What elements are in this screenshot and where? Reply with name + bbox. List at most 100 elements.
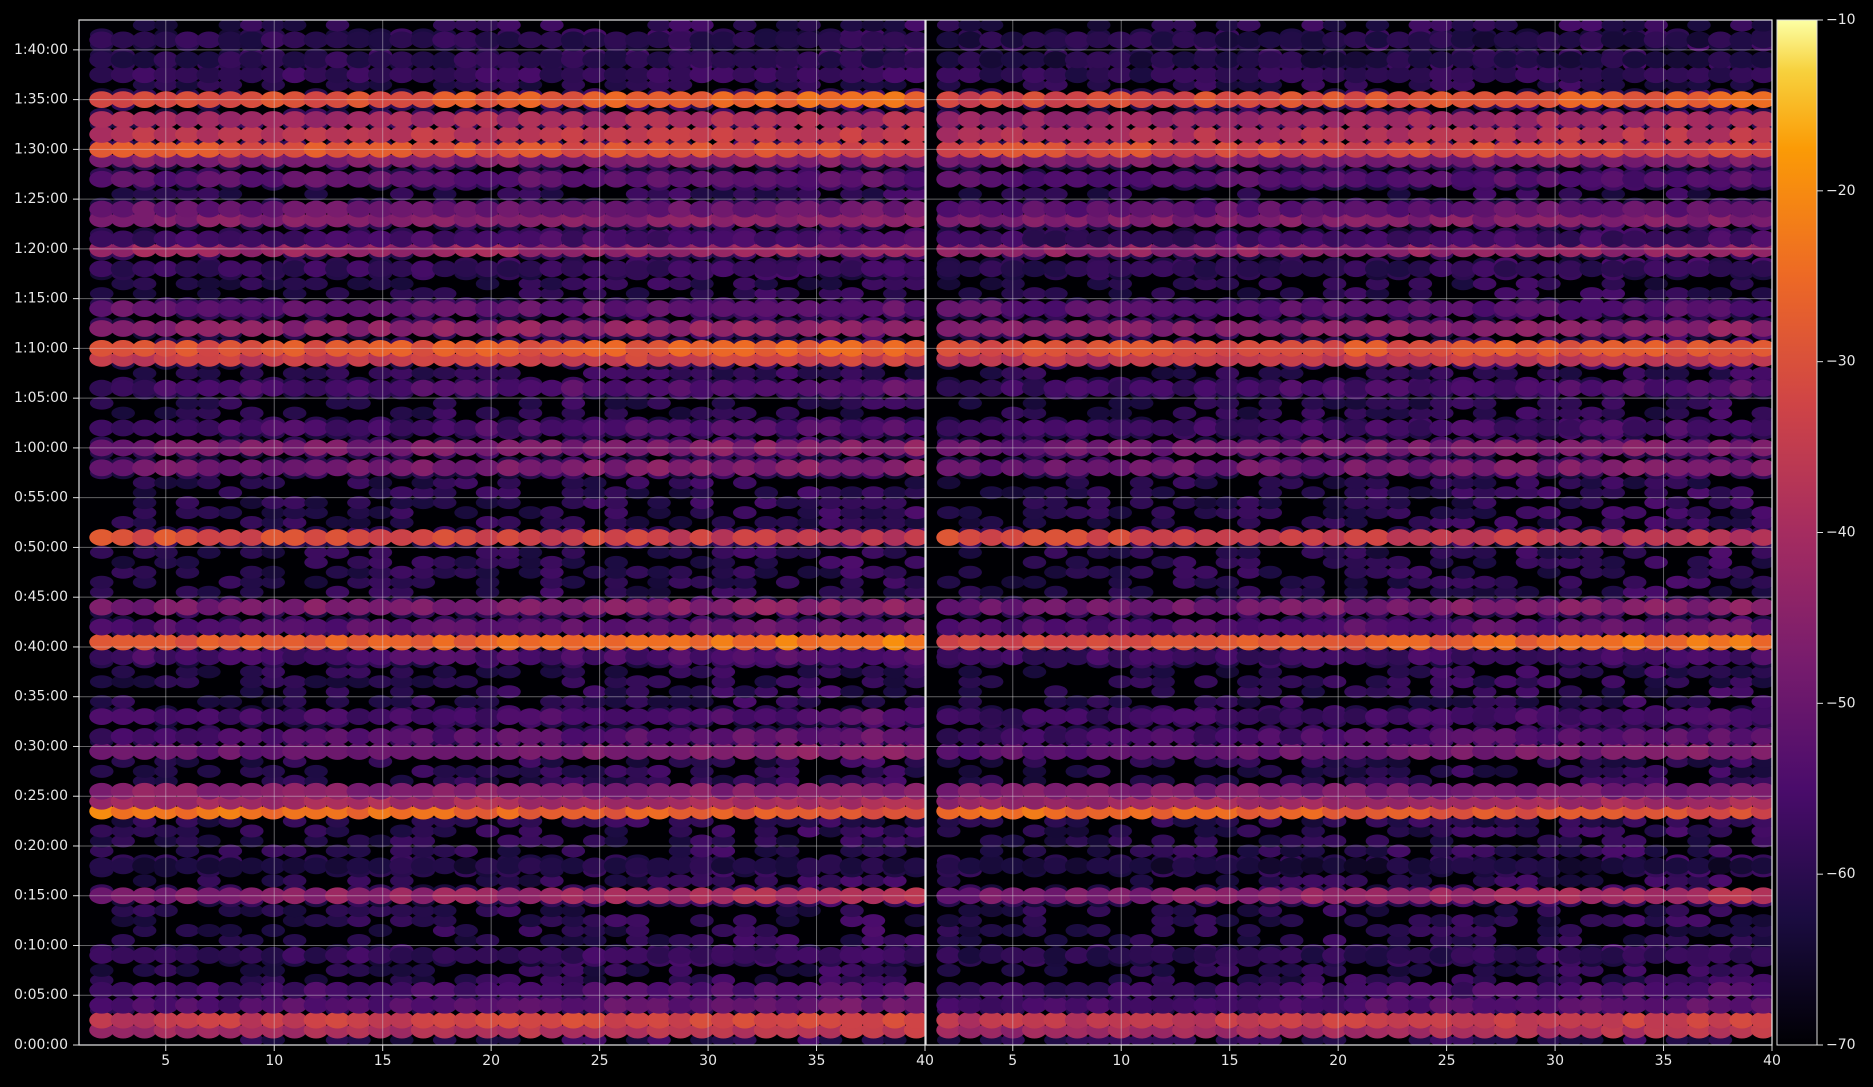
heat-cell xyxy=(646,320,672,337)
heat-cell xyxy=(282,728,308,745)
heat-cell xyxy=(958,665,982,679)
heat-cell xyxy=(175,981,200,999)
heat-cell xyxy=(732,648,758,666)
heat-cell xyxy=(475,320,500,337)
heat-cell xyxy=(325,170,350,188)
chart-svg: 0:00:000:05:000:10:000:15:000:20:000:25:… xyxy=(0,0,1873,1083)
heat-cell xyxy=(818,555,843,569)
heat-cell xyxy=(89,379,115,397)
heat-cell xyxy=(668,633,693,651)
heat-cell xyxy=(689,459,715,477)
heat-cell xyxy=(453,200,479,218)
heat-cell xyxy=(453,618,479,636)
heat-cell xyxy=(603,300,629,317)
heat-cell xyxy=(860,111,886,128)
heat-cell xyxy=(797,277,821,291)
heat-cell xyxy=(303,782,329,800)
heat-cell xyxy=(1194,565,1218,579)
heat-cell xyxy=(239,126,265,143)
heat-cell xyxy=(325,743,350,760)
heat-cell xyxy=(303,66,329,84)
heat-cell xyxy=(647,764,671,778)
heat-cell xyxy=(389,529,415,546)
heat-cell xyxy=(796,230,822,248)
heat-cell xyxy=(560,200,586,218)
heat-cell xyxy=(282,529,308,546)
heat-cell xyxy=(1301,675,1325,689)
heat-cell xyxy=(453,170,479,188)
heat-cell xyxy=(753,200,779,218)
heat-cell xyxy=(410,981,436,999)
heat-cell xyxy=(603,31,629,49)
heat-cell xyxy=(346,320,372,337)
heat-cell xyxy=(368,924,393,938)
heat-cell xyxy=(582,857,608,875)
heat-cell xyxy=(604,874,628,888)
heat-cell xyxy=(882,981,908,999)
heat-cell xyxy=(175,947,200,964)
heat-cell xyxy=(710,51,736,69)
heat-cell xyxy=(239,200,265,218)
heat-cell xyxy=(710,31,736,49)
heat-cell xyxy=(390,963,414,977)
heat-cell xyxy=(239,981,265,999)
heat-cell xyxy=(582,529,608,546)
heat-cell xyxy=(196,857,222,875)
heat-cell xyxy=(560,300,586,317)
heat-cell xyxy=(839,743,865,760)
heat-cell xyxy=(818,1011,843,1029)
heat-cell xyxy=(367,300,393,317)
heat-cell xyxy=(475,111,500,128)
heat-cell xyxy=(196,633,222,651)
heat-cell xyxy=(432,529,458,546)
heat-cell xyxy=(1387,874,1411,888)
heat-cell xyxy=(346,200,372,218)
heat-cell xyxy=(175,618,200,636)
heat-cell xyxy=(668,618,693,636)
heat-cell xyxy=(754,516,779,530)
heat-cell xyxy=(561,277,586,291)
heat-cell xyxy=(818,648,843,666)
heat-cell xyxy=(1687,914,1711,928)
heat-cell xyxy=(410,782,436,800)
heat-cell xyxy=(1086,565,1111,579)
heat-cell xyxy=(1065,764,1090,778)
heat-cell xyxy=(410,1011,436,1029)
heat-cell xyxy=(110,170,136,188)
heat-cell xyxy=(411,963,436,977)
heat-cell xyxy=(883,565,907,579)
heat-cell xyxy=(775,996,801,1014)
heat-cell xyxy=(367,320,393,337)
heat-cell xyxy=(646,66,672,84)
heat-cell xyxy=(89,728,115,745)
heat-cell xyxy=(1151,555,1175,569)
heat-cell xyxy=(689,782,715,800)
heat-cell xyxy=(261,874,285,888)
heat-cell xyxy=(132,947,158,964)
heat-cell xyxy=(625,981,651,999)
heat-cell xyxy=(775,516,800,530)
heat-cell xyxy=(860,459,886,477)
heat-cell xyxy=(110,728,136,745)
heat-cell xyxy=(325,126,350,143)
heat-cell xyxy=(196,126,222,143)
heat-cell xyxy=(132,708,158,726)
heat-cell xyxy=(539,126,565,143)
heat-cell xyxy=(603,728,629,745)
heat-cell xyxy=(132,874,157,888)
heat-cell xyxy=(753,31,779,49)
heat-cell xyxy=(732,379,758,397)
heat-cell xyxy=(453,419,479,437)
heat-cell xyxy=(432,996,458,1014)
heat-cell xyxy=(304,824,328,838)
heat-cell xyxy=(1515,874,1540,888)
heat-cell xyxy=(518,111,543,128)
heat-cell xyxy=(303,648,329,666)
heat-cell xyxy=(218,506,243,520)
heat-cell xyxy=(582,126,608,143)
heat-cell xyxy=(325,419,350,437)
heat-cell xyxy=(346,1011,372,1029)
heat-cell xyxy=(603,379,629,397)
heat-cell xyxy=(389,111,415,128)
heat-cell xyxy=(539,200,565,218)
